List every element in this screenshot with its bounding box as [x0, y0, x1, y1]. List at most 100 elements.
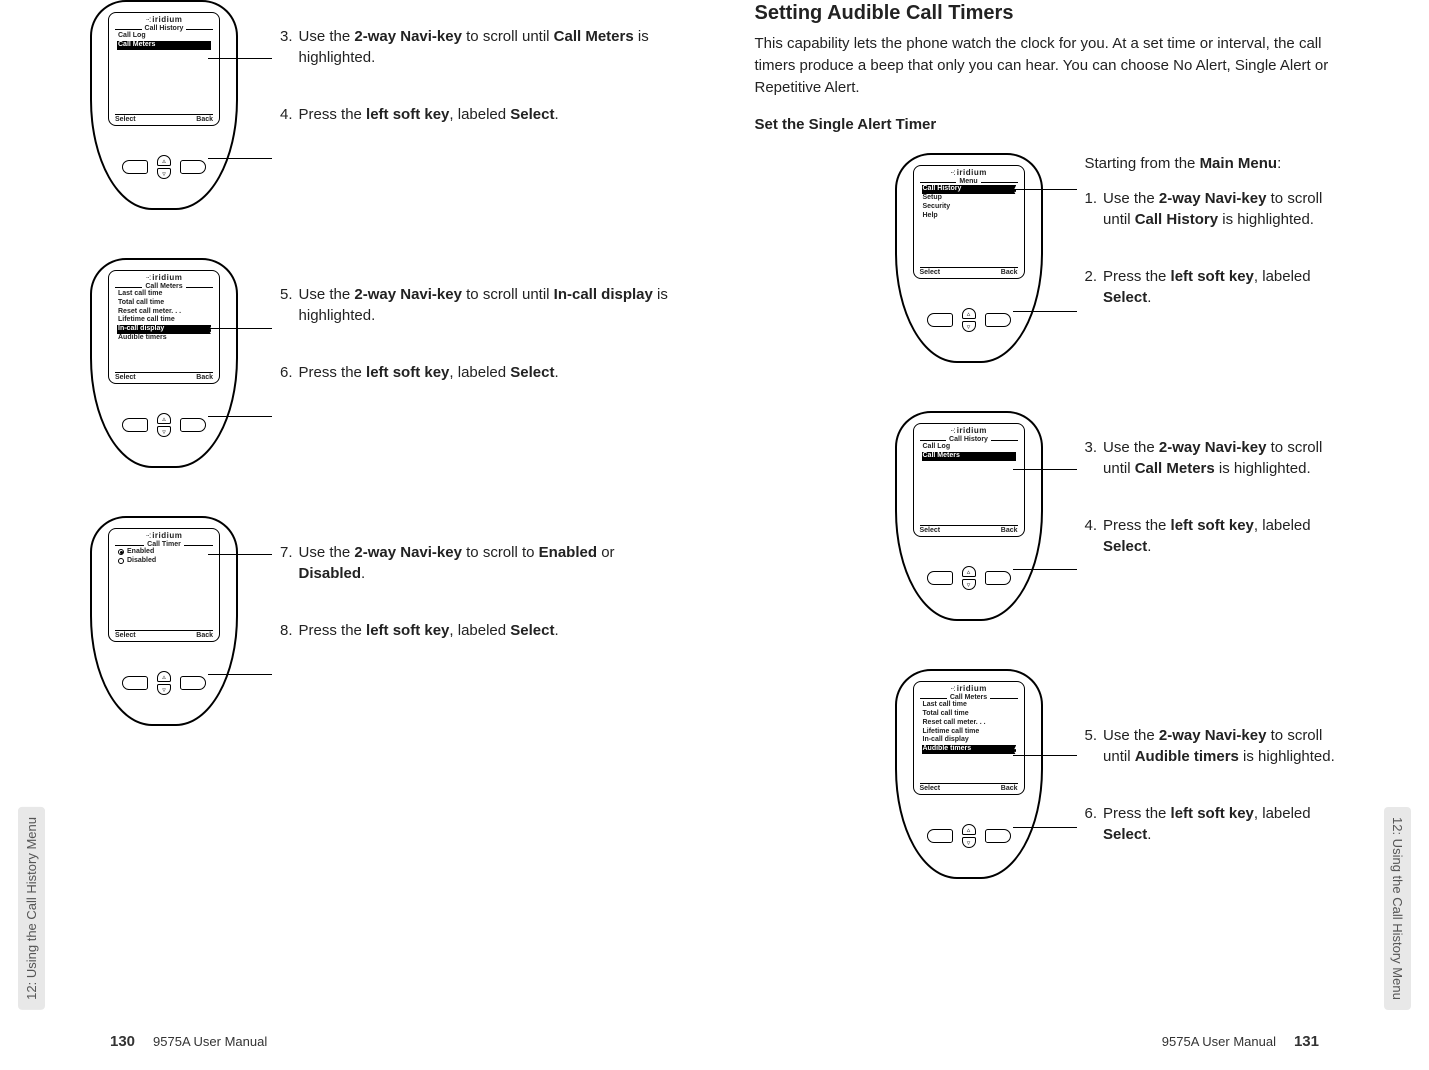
navi-key[interactable]: ▵ ▿ — [959, 824, 979, 848]
step: 4. Press the left soft key, labeled Sele… — [280, 104, 675, 125]
menu-item: Total call time — [117, 299, 211, 308]
softkey-right-label: Back — [1001, 527, 1018, 534]
left-soft-key[interactable] — [122, 418, 148, 432]
left-soft-key[interactable] — [122, 160, 148, 174]
navi-key[interactable]: ▵ ▿ — [154, 671, 174, 695]
softkey-left-label: Select — [920, 527, 941, 534]
nav-down-icon[interactable]: ▿ — [962, 321, 976, 332]
menu-list: Enabled Disabled — [109, 546, 219, 566]
step-number: 2. — [1085, 266, 1098, 308]
menu-item: Security — [922, 203, 1016, 212]
softkey-left-label: Select — [115, 374, 136, 381]
menu-item: Reset call meter. . . — [117, 308, 211, 317]
right-soft-key[interactable] — [985, 313, 1011, 327]
nav-down-icon[interactable]: ▿ — [157, 168, 171, 179]
lead-paragraph: This capability lets the phone watch the… — [755, 33, 1340, 98]
menu-item: In-call display — [922, 736, 1016, 745]
right-soft-key[interactable] — [985, 829, 1011, 843]
brand-label: iridium — [109, 271, 219, 283]
left-soft-key[interactable] — [927, 313, 953, 327]
nav-up-icon[interactable]: ▵ — [962, 566, 976, 577]
step-text: Use the 2-way Navi-key to scroll until A… — [1103, 725, 1339, 767]
menu-item: Total call time — [922, 710, 1016, 719]
brand-label: iridium — [109, 529, 219, 541]
step-number: 1. — [1085, 188, 1098, 230]
step: 5. Use the 2-way Navi-key to scroll unti… — [1085, 725, 1340, 767]
callout-line — [1027, 311, 1077, 312]
callout-line — [222, 58, 272, 59]
step-text: Press the left soft key, labeled Select. — [299, 362, 675, 383]
menu-title: Call History — [142, 25, 187, 32]
callout-line — [222, 674, 272, 675]
navi-key[interactable]: ▵ ▿ — [154, 155, 174, 179]
menu-item: Lifetime call time — [922, 728, 1016, 737]
navi-key[interactable]: ▵ ▿ — [959, 308, 979, 332]
step-number: 6. — [1085, 803, 1098, 845]
menu-item: Reset call meter. . . — [922, 719, 1016, 728]
callout-line — [1027, 189, 1077, 190]
left-soft-key[interactable] — [122, 676, 148, 690]
softkey-left-label: Select — [115, 632, 136, 639]
phone-illustration: iridium Call Timer Enabled Disabled Sele… — [90, 516, 238, 726]
step: 5. Use the 2-way Navi-key to scroll unti… — [280, 284, 675, 326]
callout-line — [1027, 469, 1077, 470]
phone-illustration: iridium Menu Call History▴▾ Setup Securi… — [895, 153, 1043, 363]
right-soft-key[interactable] — [180, 676, 206, 690]
step-text: Press the left soft key, labeled Select. — [1103, 266, 1339, 308]
page-right: 12: Using the Call History Menu Setting … — [715, 0, 1429, 1070]
nav-down-icon[interactable]: ▿ — [962, 837, 976, 848]
menu-item: Last call time — [117, 290, 211, 299]
navi-key[interactable]: ▵ ▿ — [959, 566, 979, 590]
step-number: 8. — [280, 620, 293, 641]
nav-down-icon[interactable]: ▿ — [962, 579, 976, 590]
right-soft-key[interactable] — [180, 418, 206, 432]
manual-name: 9575A User Manual — [153, 1034, 267, 1049]
step-text: Use the 2-way Navi-key to scroll until C… — [1103, 437, 1339, 479]
chapter-tab-left: 12: Using the Call History Menu — [18, 807, 45, 1010]
menu-item: Setup — [922, 194, 1016, 203]
menu-item: Call Log — [922, 443, 1016, 452]
right-soft-key[interactable] — [180, 160, 206, 174]
step-text: Use the 2-way Navi-key to scroll until I… — [299, 284, 675, 326]
right-soft-key[interactable] — [985, 571, 1011, 585]
callout-line — [1027, 827, 1077, 828]
left-soft-key[interactable] — [927, 571, 953, 585]
menu-title: Call Meters — [947, 694, 990, 701]
phone-illustration: iridium Call Meters Last call time Total… — [90, 258, 238, 468]
radio-option-disabled: Disabled — [117, 557, 211, 566]
softkey-left-label: Select — [920, 785, 941, 792]
nav-down-icon[interactable]: ▿ — [157, 684, 171, 695]
left-soft-key[interactable] — [927, 829, 953, 843]
step-number: 3. — [280, 26, 293, 68]
brand-label: iridium — [914, 682, 1024, 694]
nav-up-icon[interactable]: ▵ — [157, 671, 171, 682]
step-number: 4. — [1085, 515, 1098, 557]
page-number: 130 — [110, 1033, 135, 1050]
navi-key[interactable]: ▵ ▿ — [154, 413, 174, 437]
chapter-tab-right: 12: Using the Call History Menu — [1384, 807, 1411, 1010]
softkey-right-label: Back — [196, 116, 213, 123]
callout-line — [222, 328, 272, 329]
nav-up-icon[interactable]: ▵ — [962, 308, 976, 319]
menu-item: Call Log — [117, 32, 211, 41]
phone-illustration: iridium Call Meters Last call time Total… — [895, 669, 1043, 879]
menu-list: Last call time Total call time Reset cal… — [914, 699, 1024, 754]
radio-dot-empty-icon — [118, 558, 124, 564]
callout-line — [1027, 755, 1077, 756]
nav-up-icon[interactable]: ▵ — [157, 413, 171, 424]
menu-list: Call Log Call Meters — [914, 441, 1024, 461]
heading-audible-timers: Setting Audible Call Timers — [755, 2, 1340, 25]
phone-illustration: iridium Call History Call Log Call Meter… — [895, 411, 1043, 621]
nav-down-icon[interactable]: ▿ — [157, 426, 171, 437]
menu-item-highlighted: Call Meters — [117, 41, 211, 50]
menu-title: Call History — [946, 436, 991, 443]
phone-illustration: iridium Call History Call Log Call Meter… — [90, 0, 238, 210]
step: 6. Press the left soft key, labeled Sele… — [280, 362, 675, 383]
page-footer-right: 9575A User Manual 131 — [1162, 1033, 1319, 1050]
page-left: 12: Using the Call History Menu iridium … — [0, 0, 715, 1070]
step-number: 5. — [1085, 725, 1098, 767]
step-number: 3. — [1085, 437, 1098, 479]
intro-line: Starting from the Main Menu: — [1085, 153, 1340, 174]
nav-up-icon[interactable]: ▵ — [157, 155, 171, 166]
nav-up-icon[interactable]: ▵ — [962, 824, 976, 835]
